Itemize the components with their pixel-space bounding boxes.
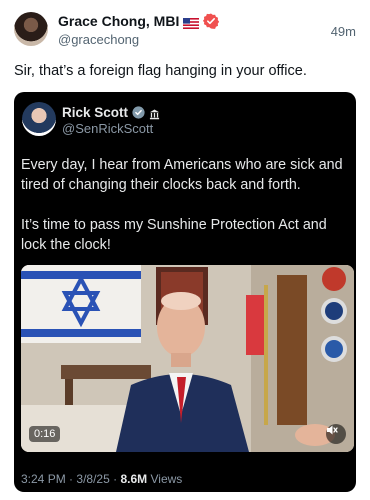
video-player[interactable]: 0:16 bbox=[21, 265, 354, 452]
quoted-author-display-name[interactable]: Rick Scott bbox=[62, 105, 128, 120]
views-count: 8.6M bbox=[120, 472, 148, 486]
quoted-paragraph: Every day, I hear from Americans who are… bbox=[21, 157, 343, 193]
gray-verified-badge-icon[interactable] bbox=[132, 106, 145, 119]
quoted-post-text: Every day, I hear from Americans who are… bbox=[21, 155, 351, 275]
video-frame bbox=[21, 265, 354, 452]
quoted-post-meta: 3:24 PM · 3/8/25 · 8.6M Views bbox=[21, 472, 182, 486]
author-name-row: Grace Chong, MBI bbox=[58, 13, 220, 29]
views-label: Views bbox=[150, 472, 183, 486]
us-flag-icon bbox=[183, 16, 200, 29]
quoted-paragraph: It’s time to pass my Sunshine Protection… bbox=[21, 217, 327, 253]
video-duration: 0:16 bbox=[29, 426, 61, 442]
verified-badge-icon[interactable] bbox=[203, 13, 220, 29]
author-handle[interactable]: @gracechong bbox=[58, 32, 139, 47]
quoted-post-card[interactable]: Rick Scott @SenRickScott Every day, I he… bbox=[14, 92, 356, 492]
author-avatar[interactable] bbox=[14, 12, 48, 46]
post-date: 3/8/25 bbox=[76, 472, 110, 486]
mute-button[interactable] bbox=[326, 424, 346, 444]
post-timestamp[interactable]: 49m bbox=[331, 24, 356, 39]
author-display-name[interactable]: Grace Chong, MBI bbox=[58, 13, 179, 29]
quoted-author-name-row: Rick Scott bbox=[62, 105, 160, 120]
quoted-author-avatar[interactable] bbox=[22, 102, 56, 136]
government-icon bbox=[149, 107, 160, 120]
post-time: 3:24 PM bbox=[21, 472, 66, 486]
quoted-author-handle[interactable]: @SenRickScott bbox=[62, 121, 153, 136]
post: Grace Chong, MBI @gracechong 49m Sir, th… bbox=[0, 0, 370, 500]
post-text: Sir, that’s a foreign flag hanging in yo… bbox=[14, 63, 307, 79]
